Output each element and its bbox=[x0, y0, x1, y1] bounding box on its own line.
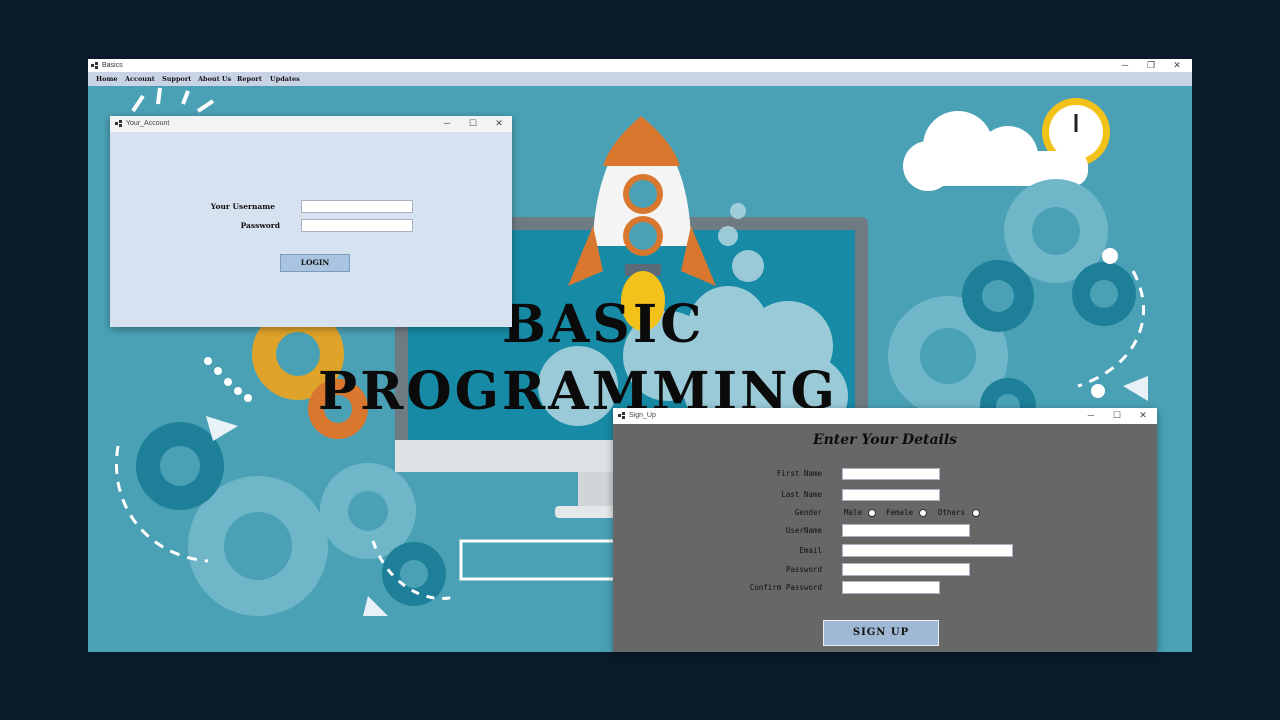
gender-female-label: Female bbox=[886, 508, 914, 517]
password-label: Password bbox=[240, 221, 280, 230]
restore-button[interactable]: ❐ bbox=[1138, 59, 1164, 72]
signup-password-input[interactable] bbox=[842, 563, 970, 576]
app-icon bbox=[115, 120, 122, 127]
confirm-password-input[interactable] bbox=[842, 581, 940, 594]
app-icon bbox=[618, 412, 625, 419]
main-window-title: Basics bbox=[102, 62, 123, 69]
gender-male-radio[interactable] bbox=[868, 509, 876, 517]
close-button[interactable]: ✕ bbox=[1164, 59, 1190, 72]
menu-report[interactable]: Report bbox=[237, 75, 262, 83]
signup-heading: Enter Your Details bbox=[812, 432, 958, 448]
signup-window-title: Sign_Up bbox=[629, 412, 656, 419]
last-name-label: Last Name bbox=[781, 490, 822, 499]
first-name-input[interactable] bbox=[842, 468, 940, 480]
signup-close-button[interactable]: ✕ bbox=[1130, 408, 1156, 424]
gender-female-radio[interactable] bbox=[919, 509, 927, 517]
username-label: UserName bbox=[785, 526, 822, 535]
last-name-input[interactable] bbox=[842, 489, 940, 501]
app-icon bbox=[91, 62, 98, 69]
signup-button[interactable]: SIGN UP bbox=[823, 620, 939, 646]
gender-label: Gender bbox=[794, 508, 822, 517]
main-titlebar: Basics ─ ❐ ✕ bbox=[88, 59, 1192, 72]
username-label: Your Username bbox=[210, 202, 275, 211]
menu-support[interactable]: Support bbox=[162, 75, 191, 83]
signup-window: Sign_Up ─ ☐ ✕ Enter Your Details First N… bbox=[613, 408, 1157, 652]
menu-account[interactable]: Account bbox=[125, 75, 155, 83]
password-label: Password bbox=[785, 565, 822, 574]
username-input[interactable] bbox=[301, 200, 413, 213]
email-label: Email bbox=[799, 546, 822, 555]
account-minimize-button[interactable]: ─ bbox=[434, 116, 460, 132]
confirm-password-label: Confirm Password bbox=[749, 583, 822, 592]
signup-maximize-button[interactable]: ☐ bbox=[1104, 408, 1130, 424]
minimize-button[interactable]: ─ bbox=[1112, 59, 1138, 72]
signup-minimize-button[interactable]: ─ bbox=[1078, 408, 1104, 424]
first-name-label: First Name bbox=[776, 469, 822, 478]
menu-updates[interactable]: Updates bbox=[270, 75, 300, 83]
signup-username-input[interactable] bbox=[842, 524, 970, 537]
account-window: Your_Account ─ ☐ ✕ Your Username Passwor… bbox=[110, 116, 512, 327]
password-input[interactable] bbox=[301, 219, 413, 232]
signup-titlebar: Sign_Up ─ ☐ ✕ bbox=[613, 408, 1157, 424]
account-close-button[interactable]: ✕ bbox=[486, 116, 512, 132]
gender-others-label: Others bbox=[938, 508, 966, 517]
account-maximize-button[interactable]: ☐ bbox=[460, 116, 486, 132]
menu-home[interactable]: Home bbox=[96, 75, 118, 83]
login-button[interactable]: LOGIN bbox=[280, 254, 350, 272]
headline-basic: BASIC bbox=[502, 294, 705, 355]
email-input[interactable] bbox=[842, 544, 1013, 557]
gender-male-label: Male bbox=[844, 508, 863, 517]
account-window-title: Your_Account bbox=[126, 120, 170, 127]
menu-bar: Home Account Support About Us Report Upd… bbox=[88, 72, 1192, 86]
menu-about-us[interactable]: About Us bbox=[198, 75, 231, 83]
gender-others-radio[interactable] bbox=[972, 509, 980, 517]
account-titlebar: Your_Account ─ ☐ ✕ bbox=[110, 116, 512, 132]
